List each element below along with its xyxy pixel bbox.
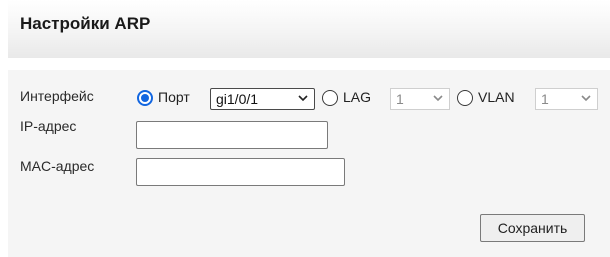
chevron-down-icon — [433, 95, 443, 102]
page-title: Настройки ARP — [20, 14, 151, 33]
port-select-value: gi1/0/1 — [216, 91, 259, 107]
mac-address-input[interactable] — [136, 158, 345, 186]
chevron-down-icon — [298, 95, 308, 102]
port-select[interactable]: gi1/0/1 — [210, 88, 315, 110]
ip-address-input[interactable] — [136, 121, 328, 149]
radio-vlan-label: VLAN — [478, 89, 515, 105]
header-bar: Настройки ARP — [8, 0, 610, 58]
vlan-select[interactable]: 1 — [535, 88, 598, 110]
lag-select-value: 1 — [396, 91, 404, 107]
ip-address-label: IP-адрес — [20, 118, 77, 134]
mac-address-label: MAC-адрес — [20, 158, 95, 174]
vlan-select-value: 1 — [541, 91, 549, 107]
radio-lag[interactable] — [322, 90, 338, 106]
radio-port[interactable] — [137, 90, 153, 106]
lag-select[interactable]: 1 — [390, 88, 450, 110]
interface-label: Интерфейс — [20, 88, 94, 104]
radio-lag-label: LAG — [343, 89, 372, 105]
radio-port-label: Порт — [158, 89, 190, 105]
radio-vlan[interactable] — [457, 90, 473, 106]
chevron-down-icon — [581, 95, 591, 102]
save-button[interactable]: Сохранить — [480, 214, 585, 242]
